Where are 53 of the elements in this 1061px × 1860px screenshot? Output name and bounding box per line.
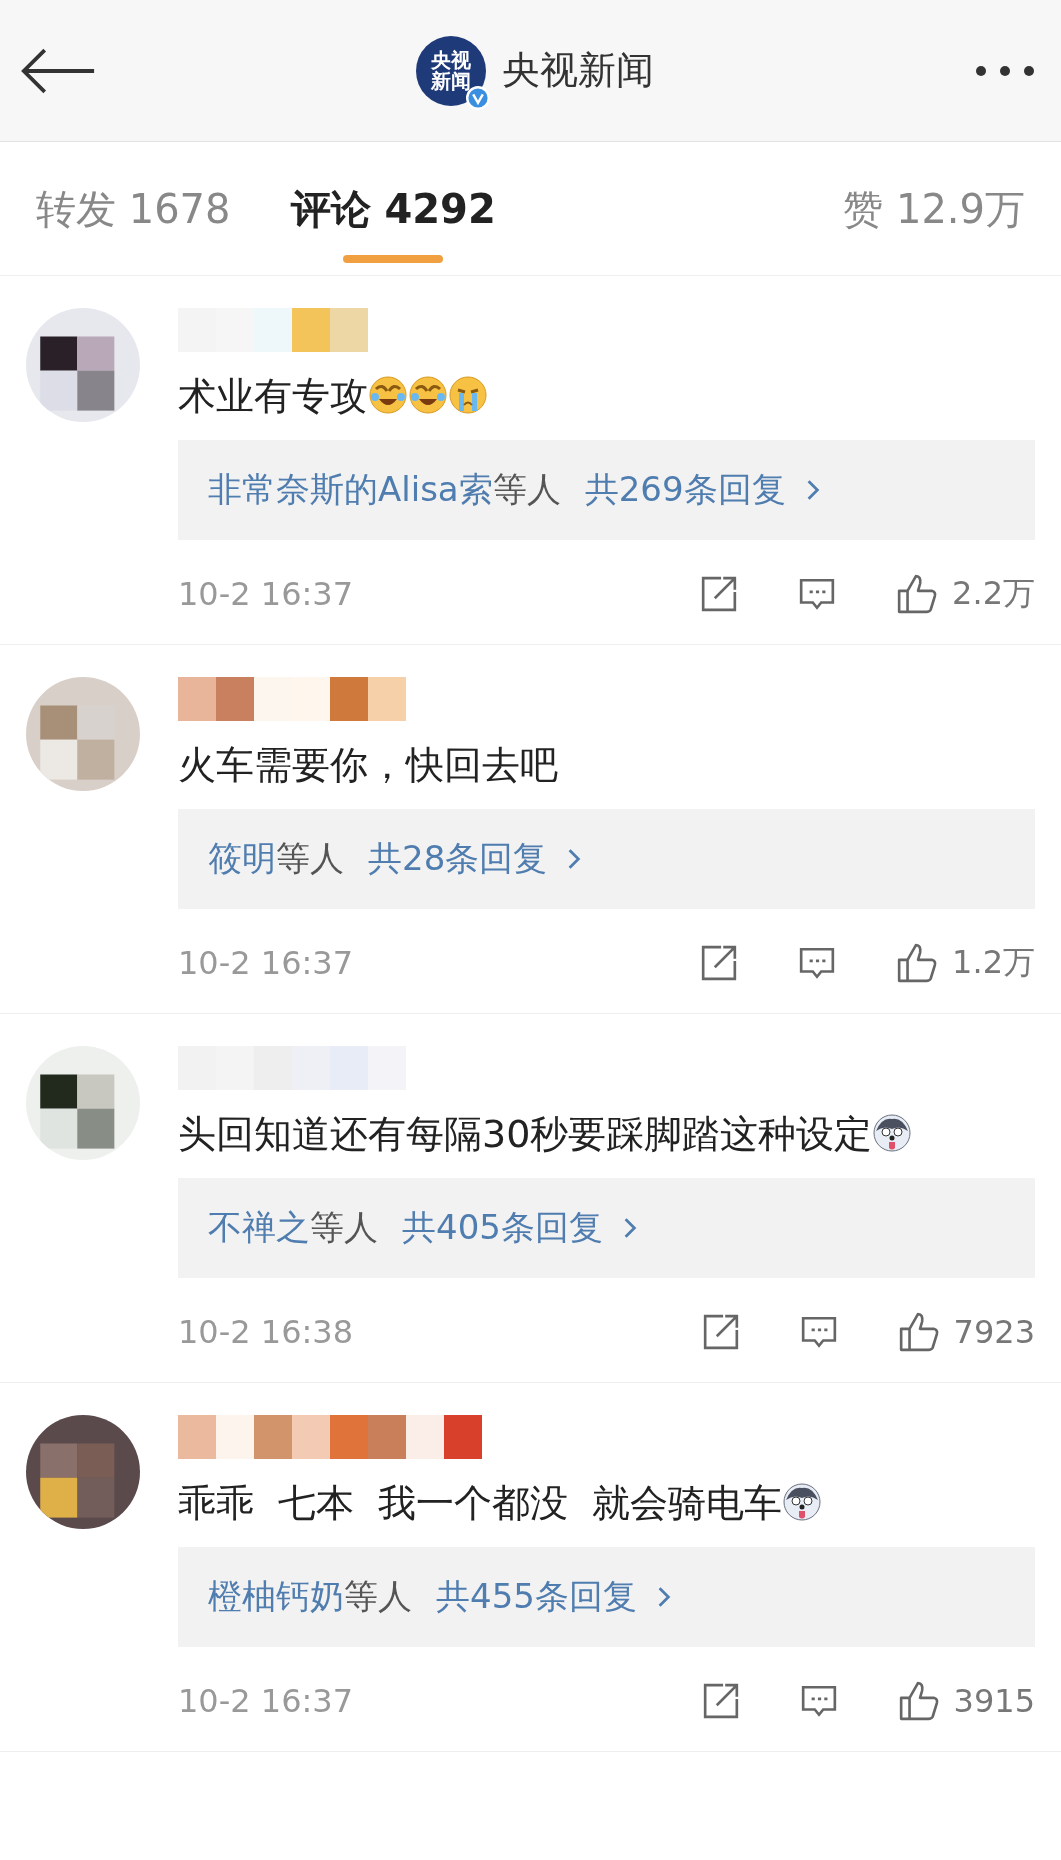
crying-face-icon <box>448 375 488 415</box>
like-button[interactable]: 7923 <box>897 1311 1035 1353</box>
comment-time: 10-2 16:37 <box>178 1682 353 1720</box>
chevron-right-icon <box>567 848 582 870</box>
chevron-right-icon <box>656 1586 671 1608</box>
laughing-face-icon <box>368 375 408 415</box>
replies-link[interactable]: 非常奈斯的Alisa索等人 共269条回复 <box>178 440 1035 540</box>
reply-others: 等人 <box>276 837 344 880</box>
share-icon[interactable] <box>701 1682 740 1720</box>
logo-text: 央视 <box>430 49 471 71</box>
more-icon[interactable] <box>973 64 1037 77</box>
reply-others: 等人 <box>492 468 561 511</box>
like-button[interactable]: 1.2万 <box>896 941 1035 985</box>
reply-names: 筱明 <box>208 837 276 880</box>
like-button[interactable]: 3915 <box>897 1680 1035 1722</box>
comment-text: 头回知道还有每隔30秒要踩脚踏这种设定 <box>178 1104 1035 1164</box>
chevron-right-icon <box>805 479 820 501</box>
laughing-face-icon <box>408 375 448 415</box>
logo-text: 新闻 <box>430 70 471 92</box>
reply-count: 共269条回复 <box>584 468 786 511</box>
reply-names: 橙柚钙奶 <box>208 1575 344 1618</box>
back-icon[interactable] <box>20 46 96 95</box>
share-icon[interactable] <box>700 575 739 613</box>
replies-link[interactable]: 橙柚钙奶等人 共455条回复 <box>178 1547 1035 1647</box>
tab[interactable]: 赞 12.9万 <box>843 142 1025 275</box>
comment-text: 火车需要你，快回去吧 <box>178 742 559 789</box>
reply-count: 共28条回复 <box>368 837 548 880</box>
replies-link[interactable]: 筱明等人 共28条回复 <box>178 809 1035 909</box>
reply-names: 非常奈斯的Alisa索 <box>208 468 493 511</box>
comment-text: 术业有专攻 <box>178 366 1035 426</box>
comment-time: 10-2 16:38 <box>178 1313 353 1351</box>
replies-link[interactable]: 不禅之等人 共405条回复 <box>178 1178 1035 1278</box>
dog-face-icon <box>782 1482 823 1522</box>
thumbs-up-icon <box>897 1311 940 1353</box>
reply-others: 等人 <box>344 1575 412 1618</box>
reply-names: 不禅之 <box>208 1206 310 1249</box>
account-name: 央视新闻 <box>501 47 654 94</box>
tab[interactable]: 评论 4292 <box>290 142 496 275</box>
chevron-right-icon <box>622 1217 637 1239</box>
share-icon[interactable] <box>701 1313 740 1351</box>
reply-count: 共455条回复 <box>436 1575 637 1618</box>
share-icon[interactable] <box>700 944 739 982</box>
comment-time: 10-2 16:37 <box>178 944 353 982</box>
comment-text: 乖乖 七本 我一个都没 就会骑电车 <box>178 1473 1035 1533</box>
thumbs-up-icon <box>897 1680 940 1722</box>
thumbs-up-icon <box>896 573 939 615</box>
thumbs-up-icon <box>896 942 939 984</box>
like-button[interactable]: 2.2万 <box>896 572 1035 616</box>
tab[interactable]: 转发 1678 <box>36 142 231 275</box>
reply-others: 等人 <box>310 1206 378 1249</box>
reply-count: 共405条回复 <box>402 1206 603 1249</box>
dog-face-icon <box>872 1113 913 1153</box>
comment-time: 10-2 16:37 <box>178 575 353 613</box>
